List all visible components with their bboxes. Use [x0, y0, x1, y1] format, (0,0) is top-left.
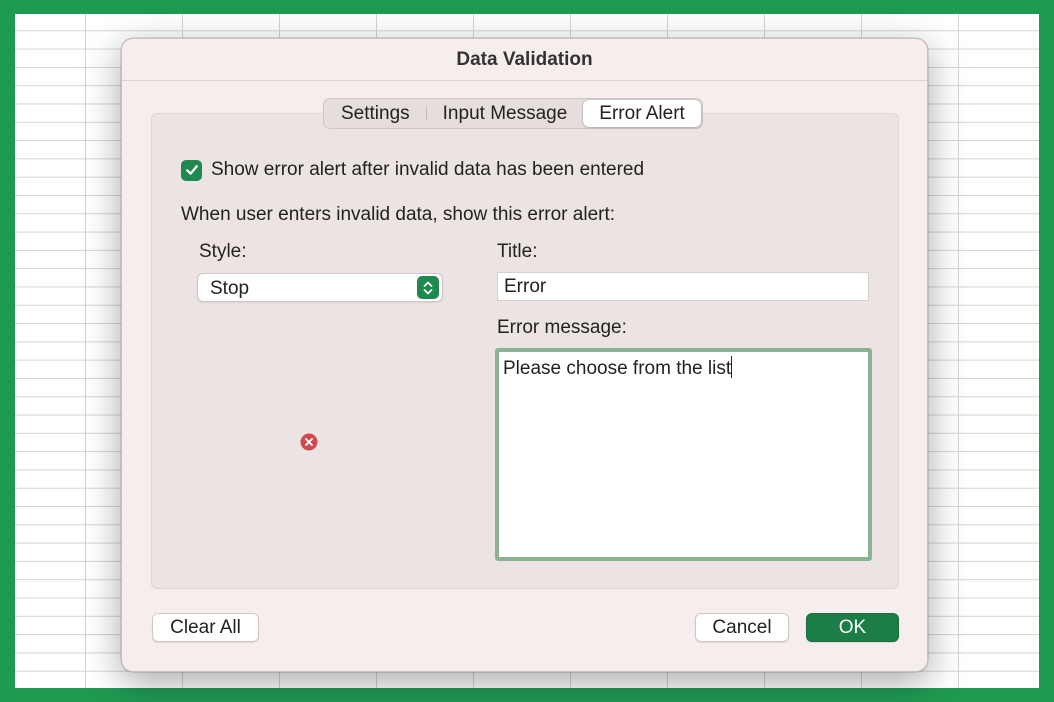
ok-button[interactable]: OK: [806, 613, 899, 642]
show-alert-row[interactable]: Show error alert after invalid data has …: [181, 159, 644, 181]
tab-error-alert[interactable]: Error Alert: [583, 100, 701, 127]
show-alert-label: Show error alert after invalid data has …: [211, 159, 645, 180]
error-message-label: Error message:: [497, 317, 627, 338]
clear-all-button[interactable]: Clear All: [152, 613, 259, 642]
checkmark-icon: [185, 165, 198, 175]
title-input[interactable]: [497, 272, 869, 301]
error-message-textarea[interactable]: Please choose from the list: [495, 348, 872, 561]
tab-bar: Settings Input Message Error Alert: [323, 98, 703, 129]
dialog-title: Data Validation: [456, 49, 593, 70]
text-caret: [731, 356, 733, 378]
cancel-button[interactable]: Cancel: [695, 613, 789, 642]
style-select-value: Stop: [210, 278, 250, 299]
title-label: Title:: [497, 241, 538, 262]
instruction-text: When user enters invalid data, show this…: [181, 204, 616, 225]
tab-input-message[interactable]: Input Message: [427, 100, 584, 127]
data-validation-dialog: Data Validation Settings Input Message E…: [121, 38, 928, 672]
style-select[interactable]: Stop: [197, 273, 443, 302]
style-label: Style:: [199, 241, 247, 262]
updown-chevron-icon[interactable]: [417, 276, 439, 299]
show-alert-checkbox[interactable]: [181, 159, 202, 181]
error-message-text: Please choose from the list: [503, 358, 732, 379]
title-divider: [122, 80, 927, 81]
stop-icon: [300, 433, 318, 451]
tab-settings[interactable]: Settings: [325, 100, 426, 127]
